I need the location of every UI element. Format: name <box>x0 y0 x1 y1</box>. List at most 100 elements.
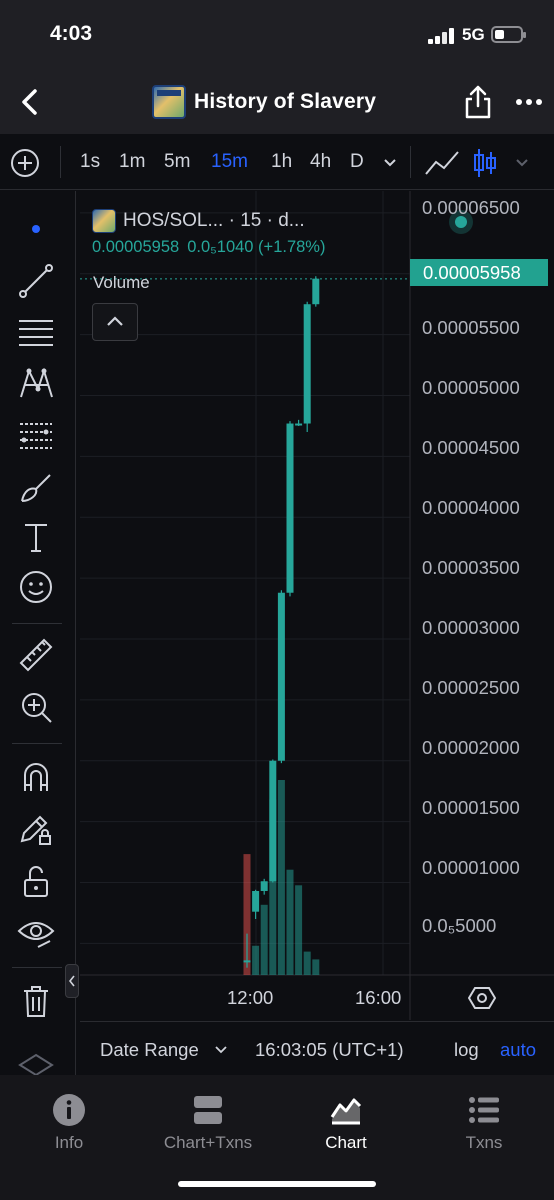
candle-body <box>286 423 294 593</box>
fib-tool[interactable] <box>16 415 56 455</box>
brush-tool[interactable] <box>16 467 56 507</box>
home-indicator <box>178 1181 376 1187</box>
pencil-lock-icon <box>20 815 51 845</box>
chart-settings-button[interactable] <box>467 984 497 1012</box>
collapse-toolbar-button[interactable] <box>65 964 79 998</box>
y-tick: 0.00002500 <box>422 677 520 698</box>
volume-bar <box>312 959 320 975</box>
plus-circle-icon <box>11 149 39 177</box>
tab-label: Info <box>54 1133 84 1152</box>
lock-drawings-tool[interactable] <box>16 809 56 849</box>
y-tick: 0.00005500 <box>422 317 520 338</box>
share-icon <box>465 85 491 119</box>
delete-tool[interactable] <box>16 981 56 1021</box>
fibonacci-icon <box>20 423 52 449</box>
chevron-down-icon[interactable] <box>514 154 530 170</box>
brush-icon <box>21 474 51 502</box>
horizontal-lines-icon <box>19 320 53 346</box>
text-tool[interactable] <box>16 517 56 557</box>
emoji-tool[interactable] <box>16 567 56 607</box>
timeframe-5m[interactable]: 5m <box>164 151 190 173</box>
trend-line-icon <box>19 264 53 298</box>
date-range-button[interactable]: Date Range <box>100 1039 199 1061</box>
eye-icon <box>17 922 55 948</box>
tab-txns[interactable]: Txns <box>415 1093 553 1153</box>
more-button[interactable] <box>512 84 546 120</box>
timeframe-1m[interactable]: 1m <box>119 151 145 173</box>
smiley-icon <box>20 571 52 603</box>
timezone-display[interactable]: 16:03:05 (UTC+1) <box>255 1039 404 1061</box>
cursor-tool[interactable] <box>16 209 56 249</box>
legend-symbol[interactable]: HOS/SOL... · 15 · d... <box>123 210 305 232</box>
timeframe-1s[interactable]: 1s <box>80 151 100 173</box>
chevron-up-icon <box>107 316 123 326</box>
y-tick: 0.00005000 <box>422 377 520 398</box>
volume-bar <box>252 945 260 975</box>
chevron-down-icon[interactable] <box>214 1042 228 1056</box>
volume-bar <box>277 780 285 975</box>
y-tick: 0.00002000 <box>422 737 520 758</box>
chart-legend: HOS/SOL... · 15 · d... 0.00005958 0.0₅104… <box>92 206 473 257</box>
legend-collapse-button[interactable] <box>92 303 138 341</box>
candle-body <box>243 960 251 963</box>
chevron-down-icon[interactable] <box>382 154 398 170</box>
dot-cursor-icon <box>32 225 40 233</box>
candle-body <box>269 760 277 882</box>
parallel-lines-tool[interactable] <box>16 311 56 351</box>
trend-line-tool[interactable] <box>16 261 56 301</box>
token-title: History of Slavery <box>152 84 376 120</box>
candle-chart-type-icon[interactable] <box>472 146 498 180</box>
hexagon-settings-icon <box>467 987 497 1009</box>
back-button[interactable] <box>14 84 50 120</box>
y-tick: 0.00004500 <box>422 437 520 458</box>
tab-info[interactable]: Info <box>0 1093 138 1153</box>
tools-divider <box>12 623 62 624</box>
y-tick: 0.0₅5000 <box>422 915 497 936</box>
tab-label: Txns <box>465 1133 503 1152</box>
y-tick: 0.00001000 <box>422 857 520 878</box>
timeframe-4h[interactable]: 4h <box>310 151 331 173</box>
unlock-icon <box>24 866 48 897</box>
text-icon <box>25 524 47 552</box>
zoom-tool[interactable] <box>16 687 56 727</box>
y-tick: 0.00006500 <box>422 197 520 218</box>
y-tick: 0.00004000 <box>422 497 520 518</box>
visibility-tool[interactable] <box>16 913 56 953</box>
share-button[interactable] <box>460 84 496 120</box>
list-icon <box>469 1097 499 1123</box>
log-scale-toggle[interactable]: log <box>454 1039 479 1061</box>
y-tick: 0.00003500 <box>422 557 520 578</box>
battery-icon <box>491 26 526 43</box>
price-chart[interactable] <box>80 191 554 1021</box>
token-logo <box>92 209 116 233</box>
network-type: 5G <box>462 25 485 44</box>
tools-divider <box>12 743 62 744</box>
add-indicator-button[interactable] <box>10 148 40 178</box>
toolbar-divider <box>410 146 411 178</box>
legend-change: 0.0₅1040 (+1.78%) <box>187 238 326 256</box>
split-icon <box>194 1096 222 1124</box>
candlestick-chart[interactable] <box>80 191 554 1021</box>
magnet-tool[interactable] <box>16 757 56 797</box>
tab-chart-txns[interactable]: Chart+Txns <box>139 1093 277 1153</box>
unlock-tool[interactable] <box>16 861 56 901</box>
tools-divider <box>12 967 62 968</box>
volume-bar <box>303 951 311 975</box>
auto-scale-toggle[interactable]: auto <box>500 1039 536 1061</box>
timeframe-15m[interactable]: 15m <box>211 151 248 173</box>
tab-chart[interactable]: Chart <box>277 1093 415 1153</box>
toolbar-divider <box>60 146 61 178</box>
x-tick: 16:00 <box>355 987 402 1008</box>
zoom-in-icon <box>22 693 52 723</box>
line-chart-type-icon[interactable] <box>424 148 460 178</box>
candle-body <box>295 423 303 426</box>
timeframe-1h[interactable]: 1h <box>271 151 292 173</box>
trash-icon <box>24 986 48 1017</box>
page-title: History of Slavery <box>194 90 377 113</box>
candle-body <box>312 278 320 305</box>
volume-bar <box>295 885 303 975</box>
measure-tool[interactable] <box>16 635 56 675</box>
timeframe-d[interactable]: D <box>350 151 364 173</box>
pattern-tool[interactable] <box>16 363 56 403</box>
info-icon <box>53 1094 85 1126</box>
